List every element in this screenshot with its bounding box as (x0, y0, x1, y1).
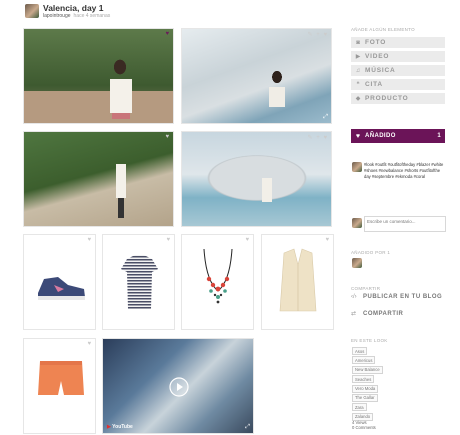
brand-tag[interactable]: The Gallar (352, 393, 378, 402)
necklace-image (203, 248, 233, 304)
author-line: lapointrouge hace 4 semanas (43, 13, 110, 19)
heart-icon[interactable]: ♥ (323, 135, 328, 141)
music-icon: ♫ (355, 67, 361, 74)
edit-icon[interactable]: ✎ (308, 32, 314, 38)
product-tile-sneakers[interactable]: ♥ (23, 234, 96, 330)
avatar[interactable] (352, 218, 362, 228)
heart-icon[interactable]: ♥ (245, 237, 250, 243)
outfit-photo (182, 132, 331, 226)
add-icon[interactable]: + (316, 135, 321, 141)
edit-icon[interactable]: ✎ (308, 135, 314, 141)
photo-tile-1[interactable]: ♥ (23, 28, 174, 124)
added-count: 1 (437, 133, 441, 139)
add-quote-button[interactable]: ❝ CITA (351, 79, 445, 90)
heart-icon[interactable]: ♥ (323, 32, 328, 38)
youtube-icon: ▶ (107, 424, 111, 430)
product-tile-blazer[interactable]: ♥ (261, 234, 334, 330)
add-product-button[interactable]: ◆ PRODUCTO (351, 93, 445, 104)
added-button[interactable]: ♥ AÑADIDO 1 (351, 129, 445, 143)
brand-tag[interactable]: Zara (352, 403, 367, 412)
product-tile-tshirt[interactable]: ♥ (102, 234, 175, 330)
striped-tshirt-image (121, 255, 158, 309)
blazer-image (279, 248, 317, 312)
brand-tags: Asos Americus New Balance Seaches Vero M… (352, 347, 383, 421)
heart-icon[interactable]: ♥ (87, 237, 92, 243)
heart-icon[interactable]: ♥ (325, 237, 330, 243)
code-icon: ‹/› (351, 294, 357, 300)
brand-tag[interactable]: Americus (352, 356, 376, 365)
added-by-label: Añadido por 1 (351, 250, 391, 255)
camera-icon: ◙ (356, 39, 360, 46)
sneaker-image (38, 277, 85, 300)
play-icon: ▶ (355, 54, 361, 60)
heart-icon[interactable]: ♥ (166, 237, 171, 243)
stats: 4 Views 0 Comments (352, 420, 376, 430)
brand-tag[interactable]: Vero Moda (352, 384, 379, 393)
shorts-image (38, 361, 84, 395)
description-hashtags: #look #outfit #outfitoftheday #blazer #w… (364, 162, 444, 179)
expand-icon[interactable]: ⤢ (245, 424, 250, 431)
tile-actions[interactable]: ♥ (87, 237, 92, 243)
publish-blog-button[interactable]: ‹/› PUBLICAR EN TU BLOG (351, 294, 442, 300)
share-label: Compartir (351, 286, 381, 291)
video-tile[interactable]: ▶ YouTube ⤢ (102, 338, 254, 434)
add-video-button[interactable]: ▶ VIDEO (351, 51, 445, 62)
outfit-photo (24, 29, 173, 123)
tile-actions[interactable]: ♥ (87, 341, 92, 347)
brand-tag[interactable]: New Balance (352, 365, 383, 374)
quote-icon: ❝ (356, 82, 360, 88)
timestamp: hace 4 semanas (73, 13, 111, 19)
photo-tile-3[interactable]: ♥ (23, 131, 174, 227)
tile-actions[interactable]: ✎ + ♥ (308, 31, 328, 38)
avatar[interactable] (25, 4, 39, 18)
product-tile-shorts[interactable]: ♥ (23, 338, 96, 434)
brand-tag[interactable]: Seaches (352, 375, 375, 384)
tile-actions[interactable]: ✎ + ♥ (308, 134, 328, 141)
heart-icon: ♥ (355, 132, 361, 140)
avatar[interactable] (352, 258, 362, 268)
tile-actions[interactable]: ♥ (165, 31, 170, 37)
outfit-photo (24, 132, 173, 226)
add-photo-button[interactable]: ◙ FOTO (351, 37, 445, 48)
tile-actions[interactable]: ♥ (166, 237, 171, 243)
add-icon[interactable]: + (316, 32, 321, 38)
username-link[interactable]: lapointrouge (43, 13, 71, 19)
add-music-button[interactable]: ♫ MÚSICA (351, 65, 445, 76)
page-title: Valencia, day 1 (43, 3, 104, 13)
comment-input[interactable] (364, 216, 446, 232)
in-this-look-label: En este look (351, 338, 388, 343)
tile-actions[interactable]: ♥ (245, 237, 250, 243)
heart-icon[interactable]: ♥ (165, 134, 170, 140)
add-element-label: Añade algún elemento (351, 27, 415, 32)
product-tile-necklace[interactable]: ♥ (181, 234, 254, 330)
heart-icon[interactable]: ♥ (165, 31, 170, 37)
tile-actions[interactable]: ♥ (325, 237, 330, 243)
share-button[interactable]: ⇄ COMPARTIR (351, 310, 403, 318)
outfit-photo (182, 29, 331, 123)
play-icon[interactable] (169, 377, 189, 397)
avatar[interactable] (352, 162, 362, 172)
photo-tile-2[interactable]: ✎ + ♥ ⤢ (181, 28, 332, 124)
youtube-badge[interactable]: ▶ YouTube (107, 424, 133, 430)
tile-actions[interactable]: ♥ (165, 134, 170, 140)
expand-icon[interactable]: ⤢ (323, 114, 328, 121)
tag-icon: ◆ (355, 96, 361, 102)
share-icon: ⇄ (351, 311, 357, 317)
brand-tag[interactable]: Asos (352, 347, 368, 355)
heart-icon[interactable]: ♥ (87, 341, 92, 347)
photo-tile-4[interactable]: ✎ + ♥ (181, 131, 332, 227)
comment-count: 0 Comments (352, 425, 376, 430)
